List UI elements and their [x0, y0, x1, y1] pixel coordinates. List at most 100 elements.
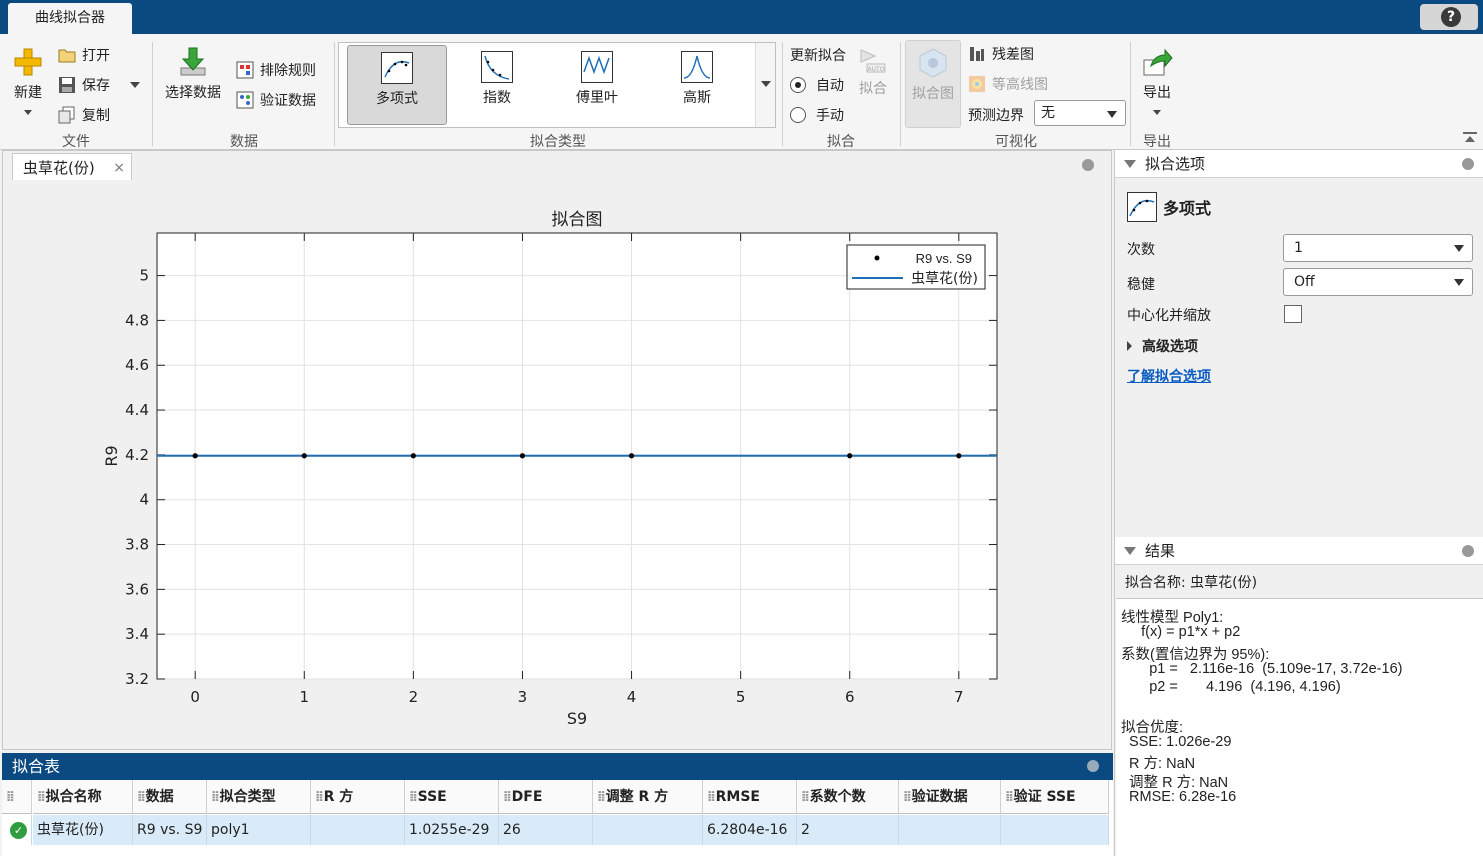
fit-type-name: 多项式 — [1127, 192, 1211, 222]
table-cell[interactable] — [899, 815, 1001, 845]
table-cell[interactable] — [593, 815, 703, 845]
results-line: SSE: 1.026e-29 — [1121, 734, 1232, 751]
table-cell[interactable]: 1.0255e-29 — [405, 815, 499, 845]
y-tick-label: 4.4 — [125, 401, 149, 419]
column-header-label: RMSE — [715, 789, 760, 805]
row-status-cell[interactable]: ✓ — [2, 815, 32, 845]
x-tick-label: 2 — [409, 688, 419, 706]
center-scale-checkbox[interactable] — [1284, 305, 1302, 323]
column-header[interactable]: ⁞⁞ DFE — [499, 780, 593, 814]
collapse-icon[interactable] — [1124, 160, 1136, 168]
table-cell[interactable] — [311, 815, 405, 845]
drag-handle-icon[interactable]: ⁞⁞ — [597, 789, 606, 805]
drag-handle-icon[interactable]: ⁞⁞ — [409, 789, 418, 805]
y-tick-label: 5 — [139, 267, 149, 285]
results-line: RMSE: 6.28e-16 — [1121, 789, 1237, 805]
robust-value: Off — [1294, 274, 1315, 290]
column-header[interactable]: ⁞⁞ 验证数据 — [899, 780, 1001, 814]
advanced-options-label: 高级选项 — [1142, 339, 1198, 355]
fit-table-header: 拟合表 — [2, 753, 1113, 780]
column-header-label: 验证 SSE — [1013, 789, 1076, 805]
y-tick-label: 3.4 — [125, 625, 149, 643]
polynomial-icon — [1127, 192, 1157, 222]
column-header-label: R 方 — [323, 789, 354, 805]
advanced-options-toggle[interactable]: 高级选项 — [1127, 336, 1198, 356]
panel-menu-icon[interactable] — [1462, 158, 1474, 170]
drag-handle-icon[interactable]: ⁞⁞ — [315, 789, 324, 805]
column-header[interactable]: ⁞⁞ RMSE — [703, 780, 797, 814]
panel-menu-icon[interactable] — [1462, 545, 1474, 557]
check-circle-icon: ✓ — [10, 822, 27, 839]
column-header-label: 验证数据 — [911, 789, 968, 805]
y-tick-label: 3.6 — [125, 580, 149, 598]
x-tick-label: 3 — [518, 688, 528, 706]
column-header[interactable]: ⁞⁞ SSE — [405, 780, 499, 814]
fit-table: ⁞⁞ ✓ ⁞⁞ 拟合名称 虫草花(份) ⁞⁞ 数据 R9 vs. S9 ⁞⁞ 拟合类型 poly1 ⁞… — [2, 780, 1113, 856]
fit-options-header[interactable]: 拟合选项 — [1115, 150, 1483, 178]
data-point — [628, 453, 635, 459]
table-cell[interactable]: 6.2804e-16 — [703, 815, 797, 845]
row-selector-header: ⁞⁞ — [2, 780, 32, 814]
table-cell[interactable] — [1001, 815, 1109, 845]
results-line: p2 = 4.196 (4.196, 4.196) — [1121, 679, 1341, 696]
column-header-label: 拟合类型 — [219, 789, 276, 805]
results-header[interactable]: 结果 — [1115, 537, 1483, 565]
robust-label: 稳健 — [1127, 277, 1155, 293]
drag-handle-icon[interactable]: ⁞⁞ — [211, 789, 220, 805]
column-header-label: SSE — [417, 789, 447, 805]
column-header[interactable]: ⁞⁞ 拟合类型 — [207, 780, 311, 814]
learn-fit-options-link[interactable]: 了解拟合选项 — [1127, 366, 1211, 386]
column-header[interactable]: ⁞⁞ 调整 R 方 — [593, 780, 703, 814]
drag-handle-icon[interactable]: ⁞⁞ — [801, 789, 810, 805]
y-tick-label: 4.6 — [125, 356, 149, 374]
legend-marker-points — [874, 255, 880, 261]
data-point — [192, 453, 198, 459]
panel-menu-icon[interactable] — [1087, 760, 1099, 772]
data-point — [410, 453, 416, 459]
degree-value: 1 — [1294, 240, 1303, 256]
table-cell[interactable]: poly1 — [207, 815, 311, 845]
column-header-label: 拟合名称 — [45, 789, 102, 805]
drag-handle-icon[interactable]: ⁞⁞ — [503, 789, 512, 805]
y-tick-label: 3.2 — [125, 670, 149, 688]
column-header-label: 调整 R 方 — [605, 789, 669, 805]
column-header[interactable]: ⁞⁞ 验证 SSE — [1001, 780, 1109, 814]
table-cell[interactable]: R9 vs. S9 — [133, 815, 207, 845]
drag-handle-icon[interactable]: ⁞⁞ — [137, 789, 146, 805]
y-tick-label: 4.8 — [125, 311, 149, 329]
data-point — [519, 453, 526, 459]
drag-handle-icon[interactable]: ⁞⁞ — [707, 789, 716, 805]
column-header[interactable]: ⁞⁞ 拟合名称 — [33, 780, 133, 814]
legend-label-points: R9 vs. S9 — [916, 251, 972, 266]
results-line: f(x) = p1*x + p2 — [1121, 624, 1241, 641]
x-tick-label: 0 — [190, 688, 200, 706]
drag-handle-icon[interactable]: ⁞⁞ — [37, 789, 46, 805]
table-cell[interactable]: 26 — [499, 815, 593, 845]
collapse-icon[interactable] — [1124, 547, 1136, 555]
y-tick-label: 4 — [139, 491, 149, 509]
results-fit-name: 拟合名称: 虫草花(份) — [1125, 575, 1258, 591]
drag-handle-icon[interactable]: ⁞⁞ — [1005, 789, 1014, 805]
robust-select[interactable]: Off — [1283, 268, 1473, 296]
column-header-label: 系数个数 — [809, 789, 866, 805]
column-header[interactable]: ⁞⁞ 数据 — [133, 780, 207, 814]
x-tick-label: 1 — [299, 688, 309, 706]
degree-select[interactable]: 1 — [1283, 234, 1473, 262]
x-axis-label: S9 — [567, 709, 587, 728]
column-header[interactable]: ⁞⁞ 系数个数 — [797, 780, 899, 814]
x-tick-label: 4 — [627, 688, 637, 706]
results-line: p1 = 2.116e-16 (5.109e-17, 3.72e-16) — [1121, 660, 1403, 677]
center-scale-label: 中心化并缩放 — [1127, 308, 1211, 324]
drag-handle-icon[interactable]: ⁞⁞ — [903, 789, 912, 805]
fit-table-title: 拟合表 — [12, 757, 61, 776]
y-tick-label: 4.2 — [125, 446, 149, 464]
y-tick-label: 3.8 — [125, 536, 149, 554]
degree-label: 次数 — [1127, 242, 1155, 258]
results-title: 结果 — [1145, 542, 1176, 560]
column-header-label: DFE — [511, 789, 543, 805]
column-header[interactable]: ⁞⁞ R 方 — [311, 780, 405, 814]
table-cell[interactable]: 虫草花(份) — [33, 815, 133, 845]
y-axis-label: R9 — [102, 445, 121, 466]
table-cell[interactable]: 2 — [797, 815, 899, 845]
legend[interactable]: R9 vs. S9 虫草花(份) — [846, 244, 986, 290]
